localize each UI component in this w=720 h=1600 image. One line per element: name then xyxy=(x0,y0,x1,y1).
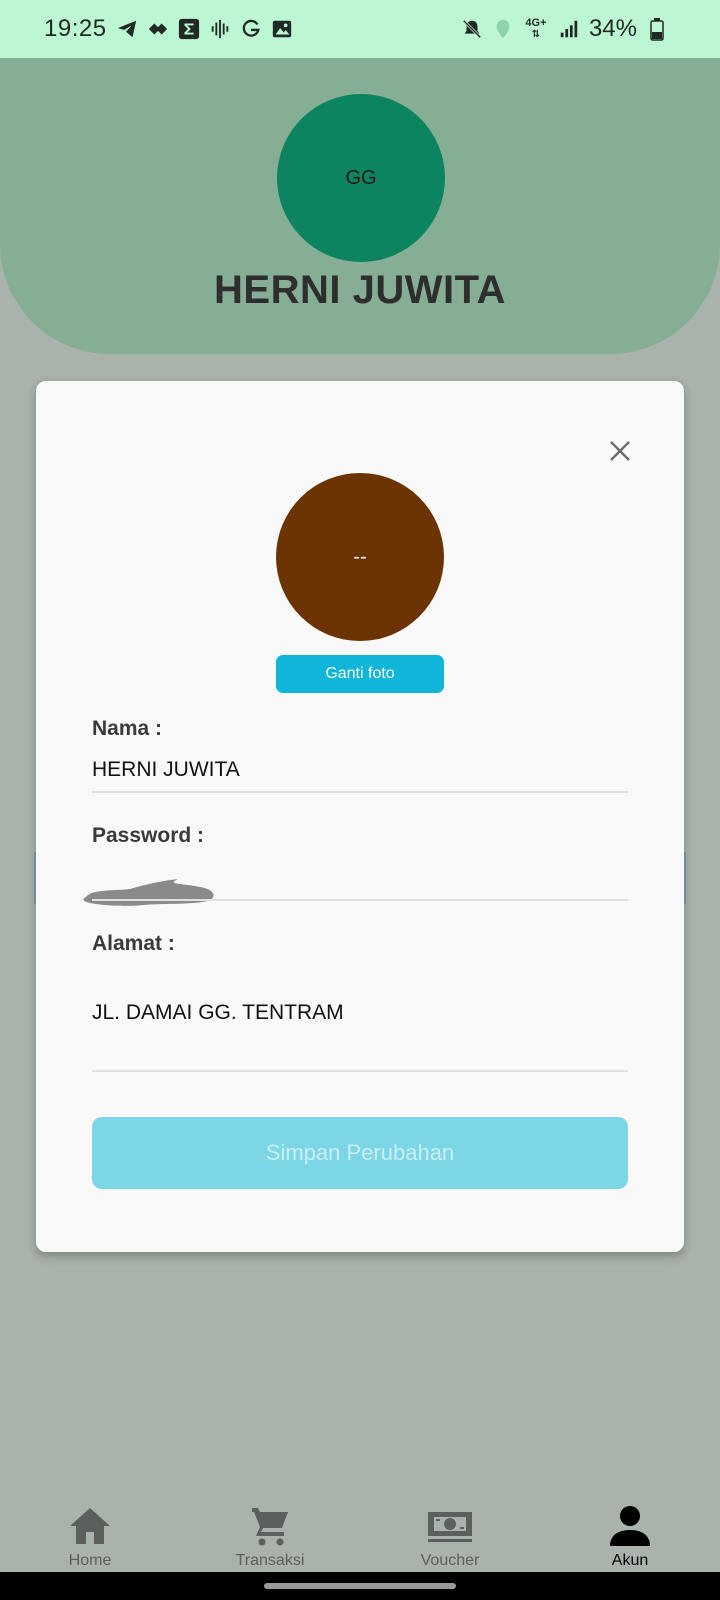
cart-icon xyxy=(246,1502,294,1550)
name-field[interactable]: HERNI JUWITA xyxy=(92,758,240,782)
nav-label-home: Home xyxy=(68,1552,112,1569)
money-icon xyxy=(426,1502,474,1550)
nav-label-akun: Akun xyxy=(611,1552,649,1569)
nav-item-transaksi[interactable]: Transaksi xyxy=(180,1488,360,1572)
nav-item-akun[interactable]: Akun xyxy=(540,1488,720,1572)
signal-icon xyxy=(558,18,580,40)
close-button[interactable] xyxy=(602,433,638,469)
diamond-icon xyxy=(147,18,169,40)
password-field[interactable] xyxy=(82,871,222,911)
password-field-underline xyxy=(92,899,628,901)
mute-icon xyxy=(461,18,483,40)
nav-item-home[interactable]: Home xyxy=(0,1488,180,1572)
change-photo-button[interactable]: Ganti foto xyxy=(276,655,444,693)
home-icon xyxy=(66,1502,114,1550)
nav-label-voucher: Voucher xyxy=(420,1552,480,1569)
grammarly-icon xyxy=(240,18,262,40)
edit-avatar: -- xyxy=(276,473,444,641)
home-gesture-handle[interactable] xyxy=(264,1583,456,1589)
edit-avatar-text: -- xyxy=(353,545,367,568)
nav-item-voucher[interactable]: Voucher xyxy=(360,1488,540,1572)
name-field-underline xyxy=(92,791,628,793)
status-bar: 19:25 4G+ ⇅ 34% xyxy=(0,0,720,58)
gesture-bar xyxy=(0,1572,720,1600)
user-icon xyxy=(606,1502,654,1550)
profile-avatar-initials: GG xyxy=(345,166,377,189)
network-label: 4G+ xyxy=(525,17,547,29)
profile-avatar: GG xyxy=(277,94,445,262)
battery-percent: 34% xyxy=(588,15,637,42)
save-changes-button[interactable]: Simpan Perubahan xyxy=(92,1117,628,1189)
network-4g-icon: 4G+ ⇅ xyxy=(523,17,549,41)
underlying-edge xyxy=(684,852,686,904)
address-label: Alamat : xyxy=(92,932,175,955)
address-field[interactable]: JL. DAMAI GG. TENTRAM xyxy=(92,1001,344,1025)
close-icon xyxy=(610,441,630,461)
address-field-underline xyxy=(92,1070,628,1072)
telegram-icon xyxy=(116,18,138,40)
name-label: Nama : xyxy=(92,717,163,740)
status-bar-left: 19:25 xyxy=(44,15,293,43)
bottom-nav: Home Transaksi Voucher Akun xyxy=(0,1488,720,1572)
data-arrows: ⇅ xyxy=(531,29,541,40)
status-time: 19:25 xyxy=(44,15,107,42)
status-bar-right: 4G+ ⇅ 34% xyxy=(461,15,668,43)
profile-name: HERNI JUWITA xyxy=(214,268,506,312)
battery-icon xyxy=(646,18,668,41)
sigma-icon xyxy=(178,18,200,40)
location-icon xyxy=(492,18,514,40)
gallery-icon xyxy=(271,18,293,40)
password-label: Password : xyxy=(92,824,205,847)
nav-label-transaksi: Transaksi xyxy=(235,1552,305,1569)
voice-icon xyxy=(209,18,231,40)
edit-profile-dialog: -- Ganti foto Nama : HERNI JUWITA Passwo… xyxy=(36,381,684,1252)
